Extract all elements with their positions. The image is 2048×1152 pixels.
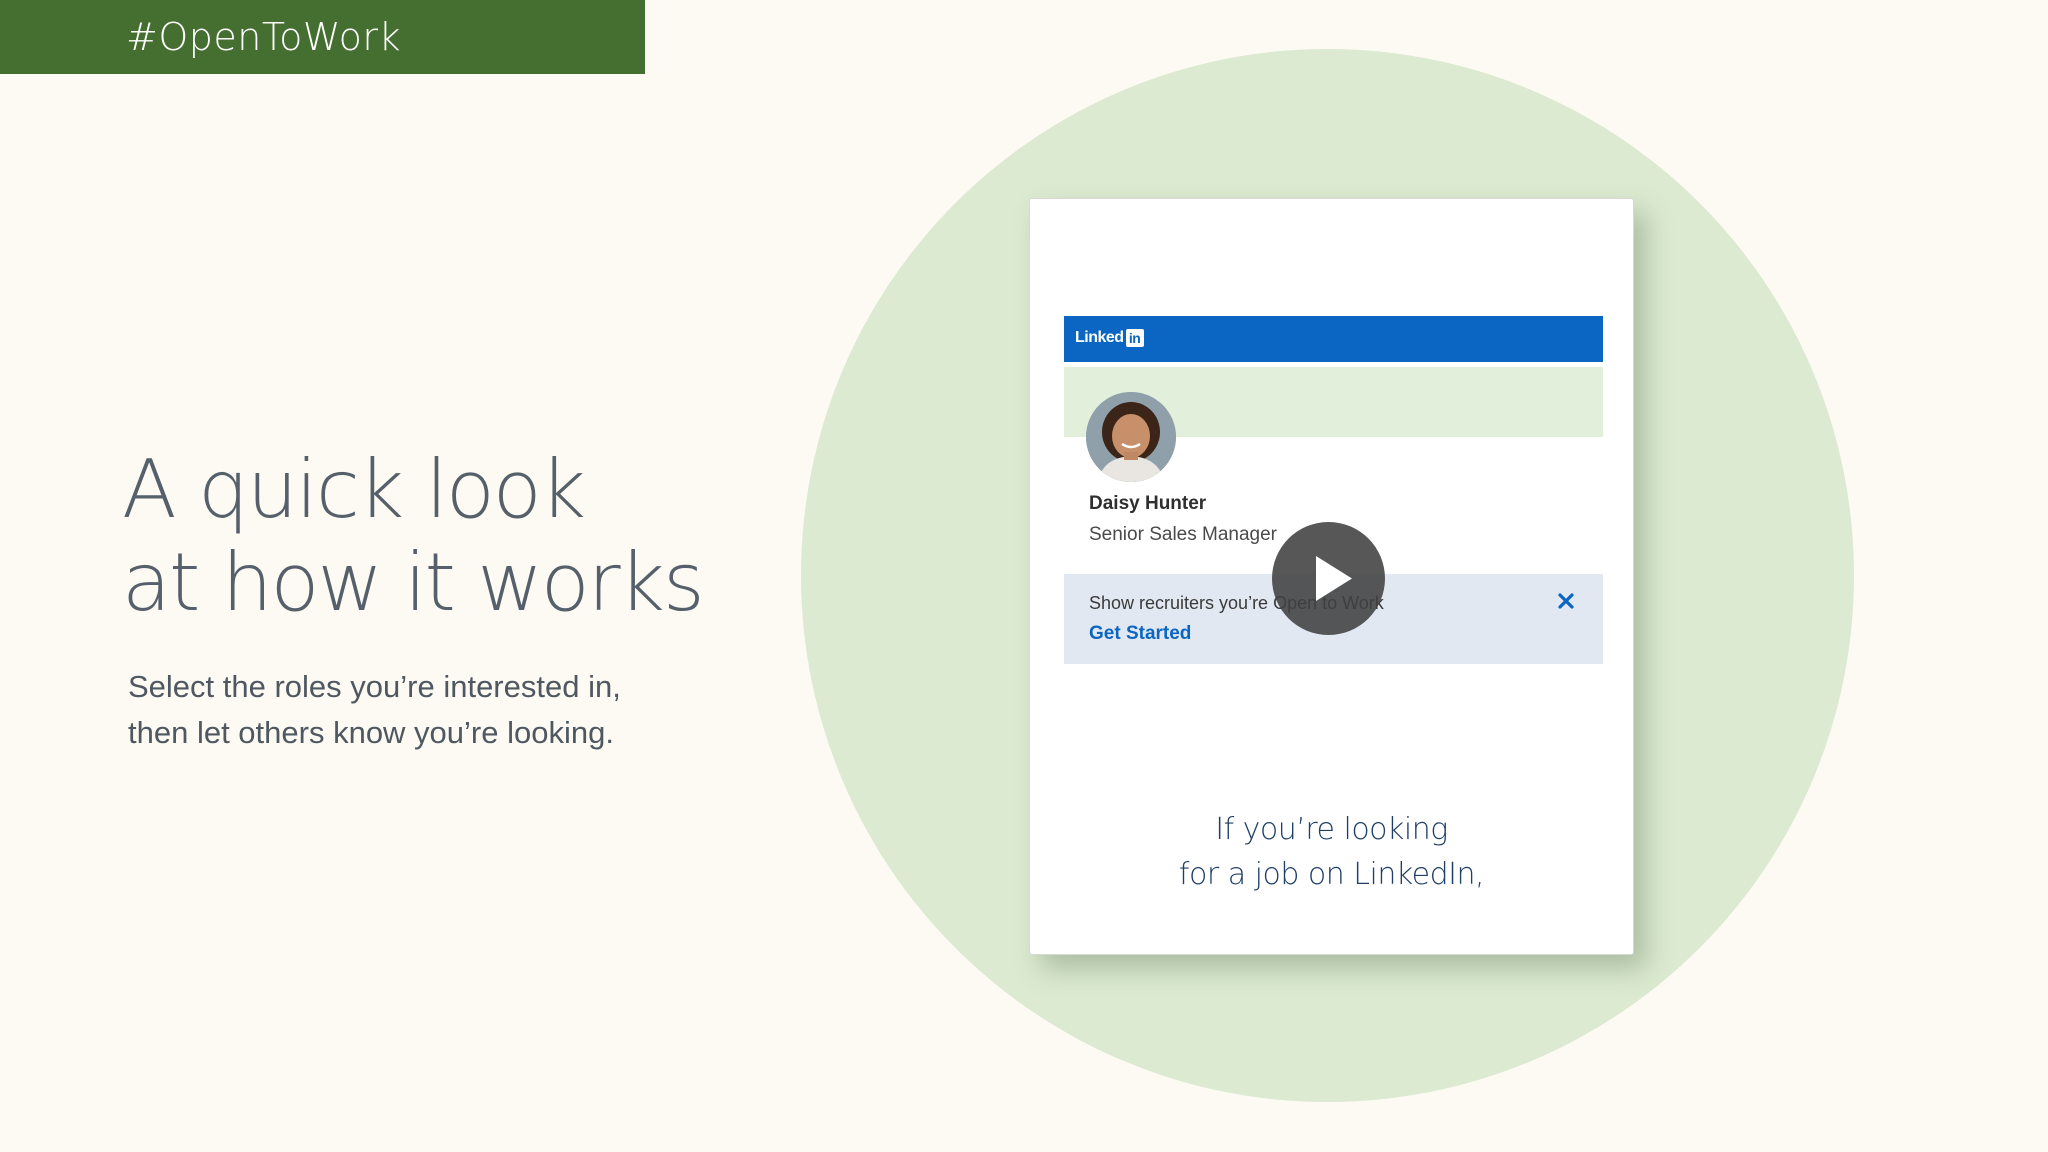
avatar <box>1086 392 1176 482</box>
page-subtext: Select the roles you’re interested in, t… <box>128 664 688 756</box>
close-icon[interactable] <box>1553 588 1579 614</box>
play-button[interactable] <box>1272 522 1385 635</box>
caption-line-2: for a job on LinkedIn, <box>1178 857 1485 892</box>
get-started-link[interactable]: Get Started <box>1089 623 1191 645</box>
linkedin-logo: Linked in <box>1075 329 1144 347</box>
profile-name: Daisy Hunter <box>1089 493 1207 514</box>
avatar-portrait-icon <box>1086 392 1176 482</box>
linkedin-header-bar: Linked in <box>1064 316 1603 362</box>
profile-job-title: Senior Sales Manager <box>1089 524 1277 545</box>
caption-line-1: If you’re looking <box>1215 812 1448 847</box>
subtext-line-1: Select the roles you’re interested in, <box>128 669 621 704</box>
video-caption: If you’re looking for a job on LinkedIn, <box>1030 807 1633 897</box>
hashtag-banner: #OpenToWork <box>0 0 645 74</box>
video-player[interactable]: Linked in Daisy Hunter Senior Sales Mana… <box>1029 198 1634 955</box>
page-headline: A quick look at how it works <box>122 443 705 629</box>
linkedin-logo-box: in <box>1125 329 1144 347</box>
subtext-line-2: then let others know you’re looking. <box>128 715 614 750</box>
headline-line-2: at how it works <box>122 536 705 629</box>
play-icon <box>1316 556 1352 601</box>
linkedin-logo-word: Linked <box>1075 329 1124 346</box>
headline-line-1: A quick look <box>122 443 586 536</box>
